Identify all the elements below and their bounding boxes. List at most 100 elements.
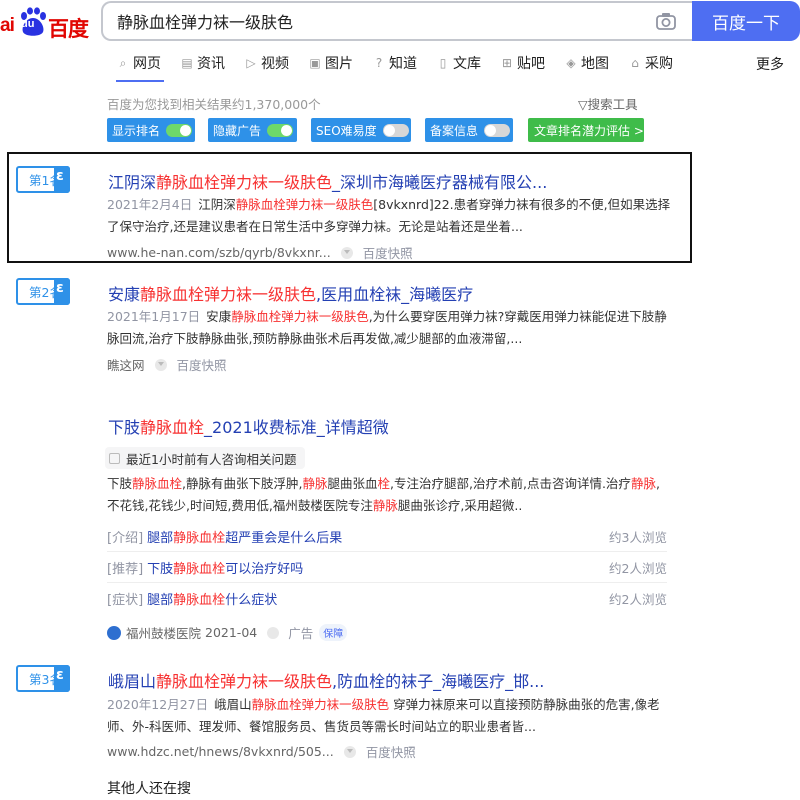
abstract-part: 安康 [206, 309, 232, 324]
filter-icon: ▽ [578, 97, 588, 112]
doc-icon: ▯ [439, 56, 447, 70]
tab-tieba[interactable]: ⊞ 贴吧 [500, 52, 545, 74]
tab-video[interactable]: ▷ 视频 [244, 52, 289, 74]
guarantee-badge: 保障 [319, 624, 348, 641]
logo-du: du [21, 18, 35, 30]
sublink-part: 可以治疗好吗 [225, 561, 304, 577]
dropdown-icon[interactable] [343, 745, 356, 758]
result-title[interactable]: 江阴深静脉血栓弹力袜一级肤色_深圳市海曦医疗器械有限公... [108, 169, 547, 193]
abstract-highlight: 静脉 [302, 476, 328, 491]
baidu-logo[interactable]: ai du 百度 [0, 4, 92, 44]
search-tools-button[interactable]: ▽搜索工具 [578, 94, 638, 113]
toggle-on-icon[interactable] [166, 123, 193, 137]
result-source: 瞧这网 百度快照 [107, 355, 227, 374]
plugin-icp-info[interactable]: 备案信息 [425, 118, 513, 142]
rank-badge: 第2名 [16, 278, 70, 305]
tab-more[interactable]: 更多 [756, 54, 784, 74]
sublink-text: [推荐] 下肢静脉血栓可以治疗好吗 [107, 558, 303, 577]
abstract-part: 峨眉山 [214, 697, 252, 712]
plugin-show-rank[interactable]: 显示排名 [107, 118, 195, 142]
result-abstract: 2021年2月4日 江阴深静脉血栓弹力袜一级肤色[8vkxnrd]22.患者穿弹力… [107, 194, 672, 238]
dropdown-icon[interactable] [340, 246, 353, 259]
result-count: 百度为您找到相关结果约1,370,000个 [107, 97, 321, 112]
sublink-part: 腿部 [147, 593, 174, 608]
sublink-part: 超严重会是什么后果 [225, 530, 343, 546]
consult-notice[interactable]: 最近1小时前有人咨询相关问题 [105, 447, 305, 469]
rank-arrow-icon [54, 278, 70, 305]
tab-label: 地图 [581, 56, 609, 72]
search-input[interactable] [103, 3, 643, 39]
abstract-highlight: 静脉血栓弹力袜一级肤色 [251, 697, 390, 712]
logo-text: 百度 [48, 17, 89, 41]
hospital-logo-icon [107, 625, 121, 640]
video-icon: ▷ [246, 56, 256, 70]
abstract-highlight: 静脉血栓弹力袜一级肤色 [231, 309, 369, 324]
plugin-hide-ads[interactable]: 隐藏广告 [208, 118, 297, 142]
tab-label: 知道 [389, 56, 417, 72]
dropdown-icon[interactable] [267, 626, 280, 639]
plugin-label: 备案信息 [430, 123, 479, 138]
tab-label: 视频 [261, 56, 289, 72]
camera-icon[interactable] [655, 11, 677, 31]
ad-sublink[interactable]: [症状] 腿部静脉血栓什么症状 约2人浏览 [107, 583, 667, 614]
rank-arrow-icon [54, 166, 70, 193]
result-abstract: 2021年1月17日 安康静脉血栓弹力袜一级肤色,为什么要穿医用弹力袜?穿戴医用弹… [107, 306, 672, 350]
result-title[interactable]: 峨眉山静脉血栓弹力袜一级肤色,防血栓的袜子_海曦医疗_邯... [108, 668, 544, 692]
ad-sublink[interactable]: [推荐] 下肢静脉血栓可以治疗好吗 约2人浏览 [107, 552, 667, 583]
result-date: 2021年1月17日 [107, 309, 201, 324]
tab-map[interactable]: ◈ 地图 [564, 52, 609, 74]
sublink-text: [介绍] 腿部静脉血栓超严重会是什么后果 [107, 527, 342, 546]
abstract-highlight: 静脉血栓弹力袜一级肤色 [235, 197, 374, 212]
abstract-highlight: 栓 [377, 476, 391, 491]
snapshot-link[interactable]: 百度快照 [363, 243, 413, 262]
ad-source-name[interactable]: 福州鼓楼医院 [126, 623, 201, 642]
tab-wenku[interactable]: ▯ 文库 [436, 52, 481, 74]
toggle-off-icon[interactable] [382, 123, 409, 137]
tab-label: 贴吧 [517, 56, 545, 72]
view-count: 约2人浏览 [609, 592, 667, 607]
ad-label: 广告 [288, 626, 314, 641]
plugin-label: SEO难易度 [316, 123, 377, 138]
abstract-highlight: 静脉 [372, 498, 398, 513]
plugin-ranking-potential[interactable]: 文章排名潜力评估 > [528, 118, 644, 142]
result-url[interactable]: 瞧这网 [107, 355, 145, 374]
title-part: _2021收费标准_详情超微 [204, 418, 389, 437]
plugin-label: 隐藏广告 [213, 123, 262, 138]
ad-abstract: 下肢静脉血栓,静脉有曲张下肢浮肿,静脉腿曲张血栓,专注治疗腿部,治疗术前,点击咨… [107, 473, 667, 517]
tieba-icon: ⊞ [501, 56, 513, 70]
ad-title[interactable]: 下肢静脉血栓_2021收费标准_详情超微 [108, 414, 389, 438]
result-title[interactable]: 安康静脉血栓弹力袜一级肤色,医用血栓袜_海曦医疗 [108, 281, 473, 305]
abstract-highlight: 静脉血栓 [132, 476, 183, 491]
title-part: ,医用血栓袜_海曦医疗 [316, 285, 474, 304]
tab-label: 网页 [133, 56, 161, 72]
snapshot-link[interactable]: 百度快照 [366, 742, 416, 761]
snapshot-link[interactable]: 百度快照 [177, 355, 227, 374]
abstract-part: 下肢 [107, 476, 133, 491]
result-url[interactable]: www.he-nan.com/szb/qyrb/8vkxnr... [107, 245, 331, 260]
plugin-label: 文章排名潜力评估 > [534, 123, 644, 138]
tab-zhidao[interactable]: ? 知道 [372, 52, 417, 74]
abstract-part: 腿曲张诊疗,采用超微.. [397, 498, 523, 513]
search-button[interactable]: 百度一下 [692, 1, 800, 41]
dropdown-icon[interactable] [154, 358, 167, 371]
result-date: 2020年12月27日 [107, 697, 209, 712]
ad-sublink[interactable]: [介绍] 腿部静脉血栓超严重会是什么后果 约3人浏览 [107, 521, 667, 552]
tab-bar: ⌕ 网页 ▤ 资讯 ▷ 视频 ▣ 图片 ? 知道 ▯ 文库 ⊞ 贴吧 ◈ 地图 ⌂ 采购 [116, 52, 692, 74]
toggle-on-icon[interactable] [267, 123, 294, 137]
others-searching-heading: 其他人还在搜 [107, 781, 191, 797]
search-box [101, 1, 693, 41]
tab-news[interactable]: ▤ 资讯 [180, 52, 225, 74]
result-url[interactable]: www.hdzc.net/hnews/8vkxnrd/505... [107, 744, 334, 759]
tab-label: 采购 [645, 56, 673, 72]
bag-icon: ⌂ [631, 56, 639, 70]
view-count: 约2人浏览 [609, 560, 667, 576]
tab-web[interactable]: ⌕ 网页 [116, 52, 161, 74]
map-icon: ◈ [566, 56, 576, 70]
toggle-off-icon[interactable] [484, 123, 511, 137]
result-abstract: 2020年12月27日 峨眉山静脉血栓弹力袜一级肤色 穿弹力袜原来可以直接预防静脉… [107, 694, 672, 738]
view-count: 约3人浏览 [609, 529, 667, 545]
tab-image[interactable]: ▣ 图片 [308, 52, 353, 74]
tab-purchase[interactable]: ⌂ 采购 [628, 52, 673, 74]
plugin-seo-difficulty[interactable]: SEO难易度 [311, 118, 411, 142]
abstract-highlight: 静脉 [630, 476, 656, 491]
